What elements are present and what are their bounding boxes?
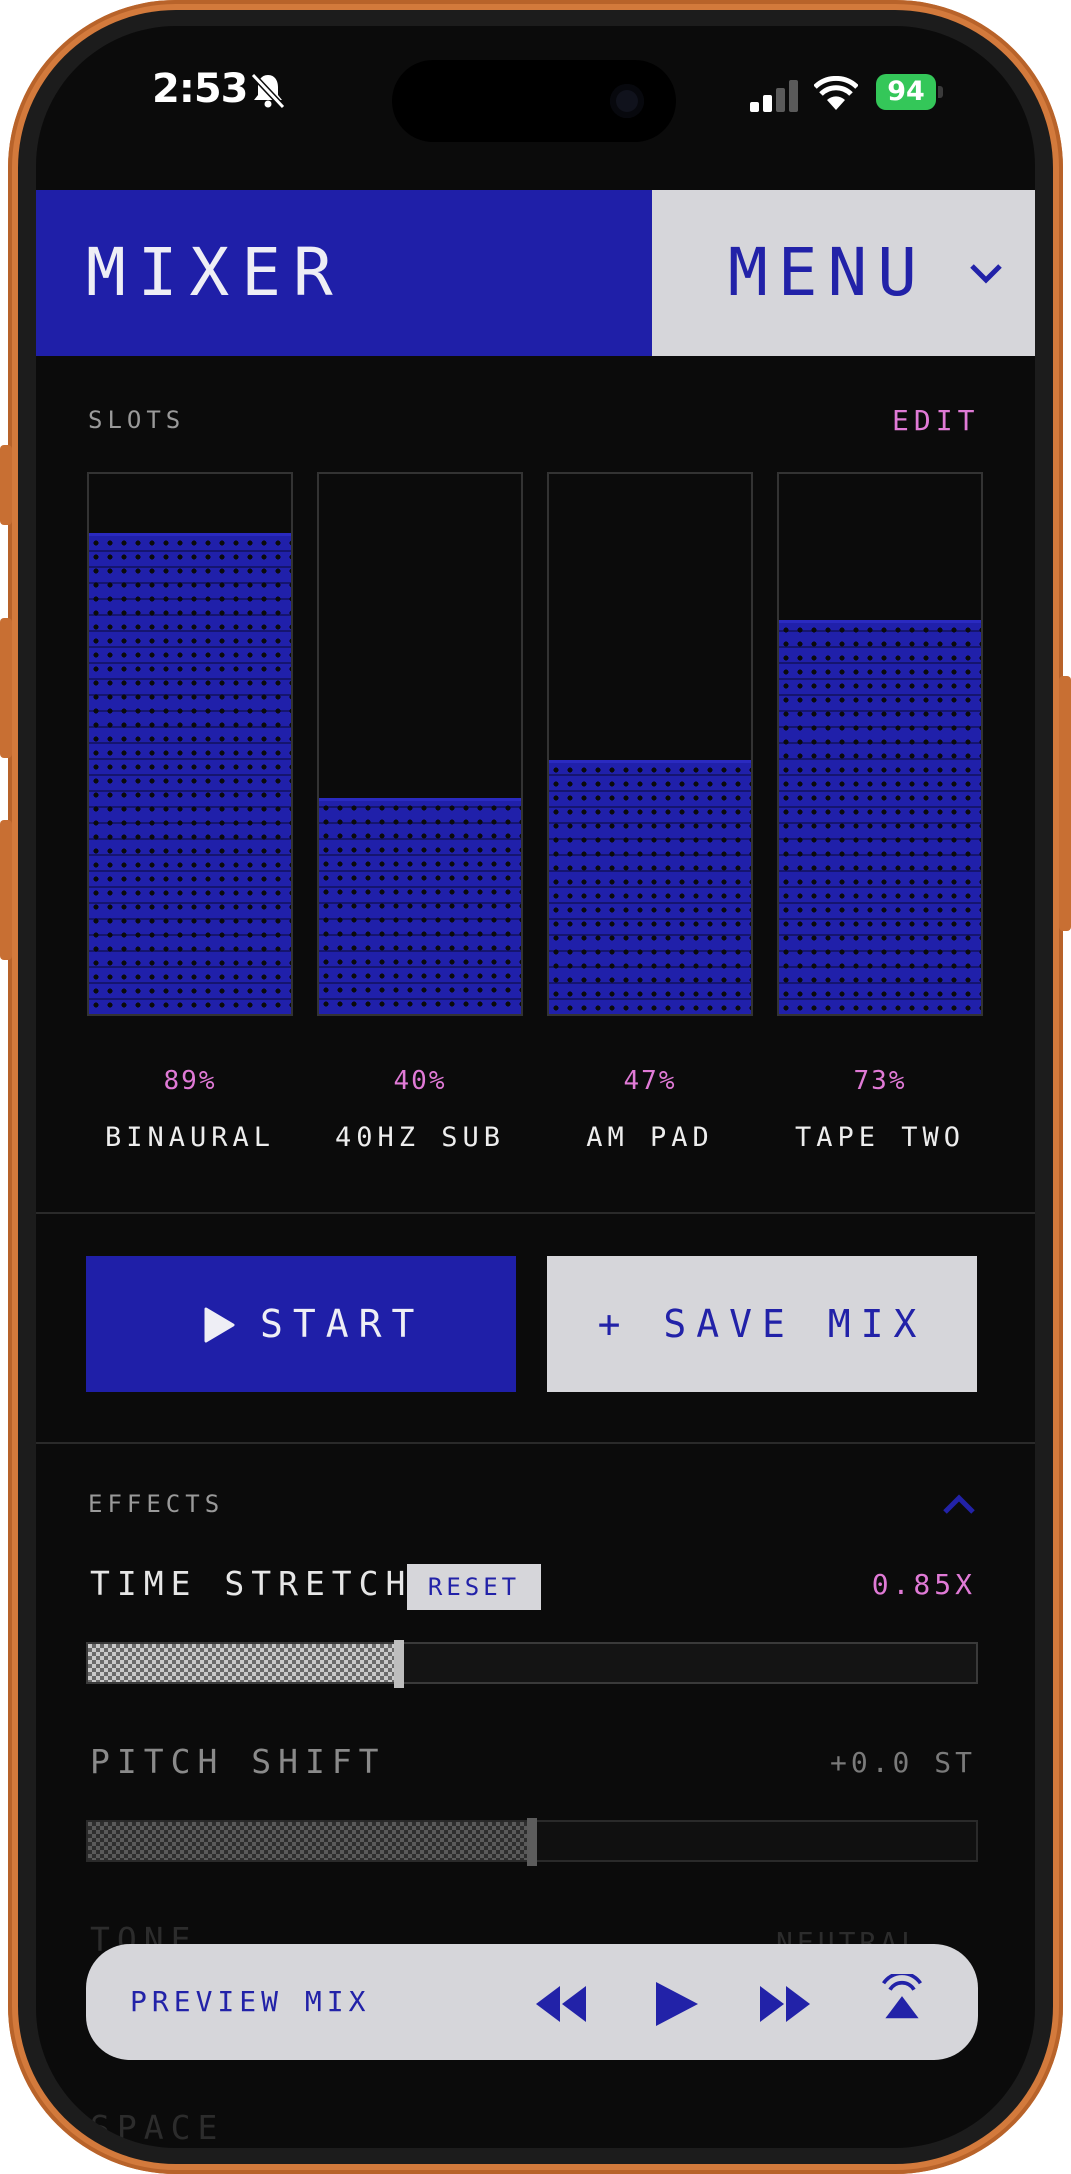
rewind-icon[interactable] [532, 1980, 588, 2028]
camera-icon [610, 84, 644, 118]
slider-fill [88, 1822, 532, 1860]
save-mix-button[interactable]: + SAVE MIX [547, 1256, 977, 1392]
preview-player: PREVIEW MIX [86, 1944, 978, 2060]
divider [36, 1212, 1035, 1214]
fast-forward-icon[interactable] [758, 1980, 814, 2028]
time-stretch-slider[interactable] [86, 1640, 978, 1688]
slider-thumb[interactable] [393, 1640, 404, 1688]
slot-meter[interactable] [87, 472, 293, 1016]
action-button [0, 445, 12, 525]
slider-thumb[interactable] [527, 1818, 537, 1866]
slot-level-fill [779, 619, 981, 1014]
slot-level-fill [549, 760, 751, 1014]
slider-fill [88, 1644, 399, 1682]
slot-level-label: 73% [853, 1066, 907, 1096]
volume-up-button [0, 618, 12, 758]
preview-mix-label: PREVIEW MIX [130, 1985, 371, 2018]
start-button[interactable]: START [86, 1256, 516, 1392]
slots-section-label: SLOTS [88, 406, 186, 434]
reset-button[interactable]: RESET [407, 1564, 541, 1610]
battery-tip [938, 86, 943, 98]
slot-level-fill [319, 798, 521, 1014]
slot-meter[interactable] [317, 472, 523, 1016]
slot-level-label: 89% [163, 1066, 217, 1096]
slot-level-label: 40% [393, 1066, 447, 1096]
chevron-up-icon[interactable] [942, 1492, 976, 1516]
menu-button[interactable]: MENU [652, 190, 1035, 356]
menu-button-label: MENU [728, 234, 927, 311]
edit-slots-button[interactable]: EDIT [892, 404, 979, 437]
slot-level-label: 47% [623, 1066, 677, 1096]
cellular-signal-icon [750, 80, 798, 112]
slot-meter[interactable] [547, 472, 753, 1016]
chevron-down-icon [970, 264, 1002, 284]
screen: 2:53 94 MIXER MENU SLOTS EDIT 89% 40% 47… [36, 26, 1035, 2148]
pitch-shift-label: PITCH SHIFT [90, 1742, 386, 1781]
app-header: MIXER MENU [36, 190, 1035, 356]
slot-meter[interactable] [777, 472, 983, 1016]
battery-indicator: 94 [876, 74, 936, 110]
power-button [1059, 676, 1071, 931]
effects-section-label: EFFECTS [88, 1490, 225, 1518]
slot-name: AM PAD [586, 1122, 714, 1153]
slot-level-fill [89, 533, 291, 1014]
page-title: MIXER [36, 190, 652, 356]
pitch-shift-value: +0.0 ST [829, 1746, 976, 1779]
time-stretch-value: 0.85X [871, 1568, 976, 1601]
divider [36, 1442, 1035, 1444]
wifi-icon [814, 76, 858, 110]
pitch-shift-slider[interactable] [86, 1818, 978, 1866]
status-time: 2:53 [152, 66, 248, 112]
space-label: SPACE [90, 2108, 225, 2147]
start-button-label: START [260, 1302, 425, 1346]
slot-name: TAPE TWO [794, 1122, 966, 1153]
time-stretch-label: TIME STRETCH [90, 1564, 413, 1603]
play-icon[interactable] [648, 1980, 704, 2028]
play-icon [204, 1307, 235, 1343]
airplay-icon[interactable] [874, 1974, 930, 2022]
bell-muted-icon [250, 72, 286, 110]
volume-down-button [0, 820, 12, 960]
slot-name: 40HZ SUB [334, 1122, 506, 1153]
slot-name: BINAURAL [104, 1122, 276, 1153]
